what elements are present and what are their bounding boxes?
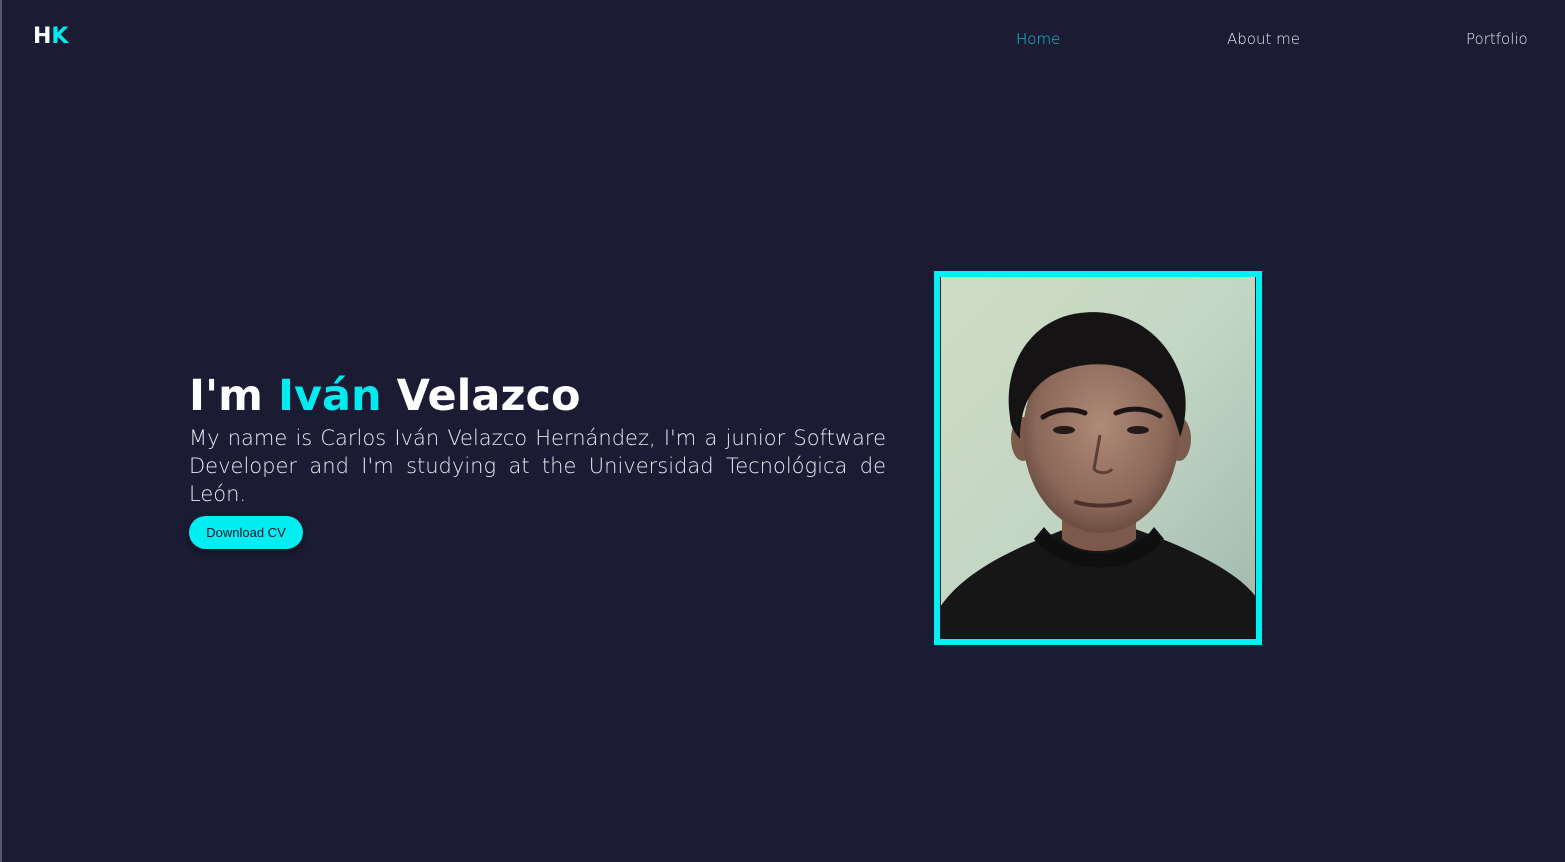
site-logo[interactable]: HK xyxy=(33,24,68,49)
profile-photo-frame xyxy=(934,271,1262,645)
logo-letter-h: H xyxy=(33,24,52,49)
hero-description: My name is Carlos Iván Velazco Hernández… xyxy=(189,426,886,506)
hero-title-name: Iván xyxy=(277,371,382,421)
nav-home-link[interactable]: Home xyxy=(1016,30,1060,48)
download-cv-button[interactable]: Download CV xyxy=(189,516,303,549)
hero-title-prefix: I'm xyxy=(189,371,278,421)
hero-title: I'm Iván Velazco xyxy=(189,368,581,424)
page: HK Home About me Portfolio I'm Iván Vela… xyxy=(0,0,1565,862)
nav-about-link[interactable]: About me xyxy=(1227,30,1300,48)
nav-portfolio-link[interactable]: Portfolio xyxy=(1466,30,1528,48)
hero-title-suffix: Velazco xyxy=(381,371,581,421)
profile-photo xyxy=(940,277,1256,639)
logo-letter-k: K xyxy=(51,24,69,49)
